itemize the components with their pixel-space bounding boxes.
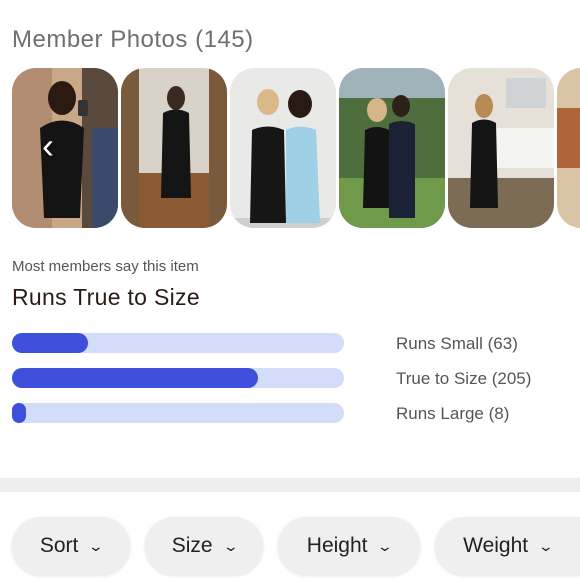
member-photo-5[interactable] [448,68,554,228]
chevron-down-icon: ⌄ [222,537,239,554]
chevron-down-icon: ⌄ [377,537,394,554]
member-photo-6[interactable] [557,68,580,228]
fit-label-true-to-size: True to Size (205) [396,369,532,388]
chip-label: Sort [39,534,79,557]
fit-bar-runs-small [12,333,344,353]
sort-filter-chip[interactable]: Sort ⌄ [12,517,130,575]
size-filter-chip[interactable]: Size ⌄ [145,517,263,575]
chevron-down-icon: ⌄ [537,537,555,554]
member-photo-strip[interactable]: ‹ [0,68,580,228]
chevron-down-icon: ⌄ [88,537,105,554]
chip-label: Height [306,534,368,557]
fit-bar-runs-large [12,403,344,423]
weight-filter-chip[interactable]: Weight ⌄ [435,517,580,575]
member-photo-1[interactable]: ‹ [12,68,118,228]
member-photo-3[interactable] [230,68,336,228]
bar-track [12,403,344,423]
member-photos-title: Member Photos (145) [12,26,254,53]
section-divider [0,478,580,492]
fit-bar-true-to-size [12,368,344,388]
chip-label: Size [171,534,213,557]
member-photo-2[interactable] [121,68,227,228]
fit-label-runs-large: Runs Large (8) [396,404,510,423]
previous-arrow-icon[interactable]: ‹ [42,126,62,166]
fit-subtitle: Most members say this item [12,258,199,275]
bar-fill [12,403,26,423]
bar-fill [12,368,258,388]
member-photo-4[interactable] [339,68,445,228]
fit-label-runs-small: Runs Small (63) [396,334,518,353]
bar-fill [12,333,89,353]
fit-title: Runs True to Size [12,284,200,310]
height-filter-chip[interactable]: Height ⌄ [278,517,420,575]
chip-label: Weight [463,534,529,557]
